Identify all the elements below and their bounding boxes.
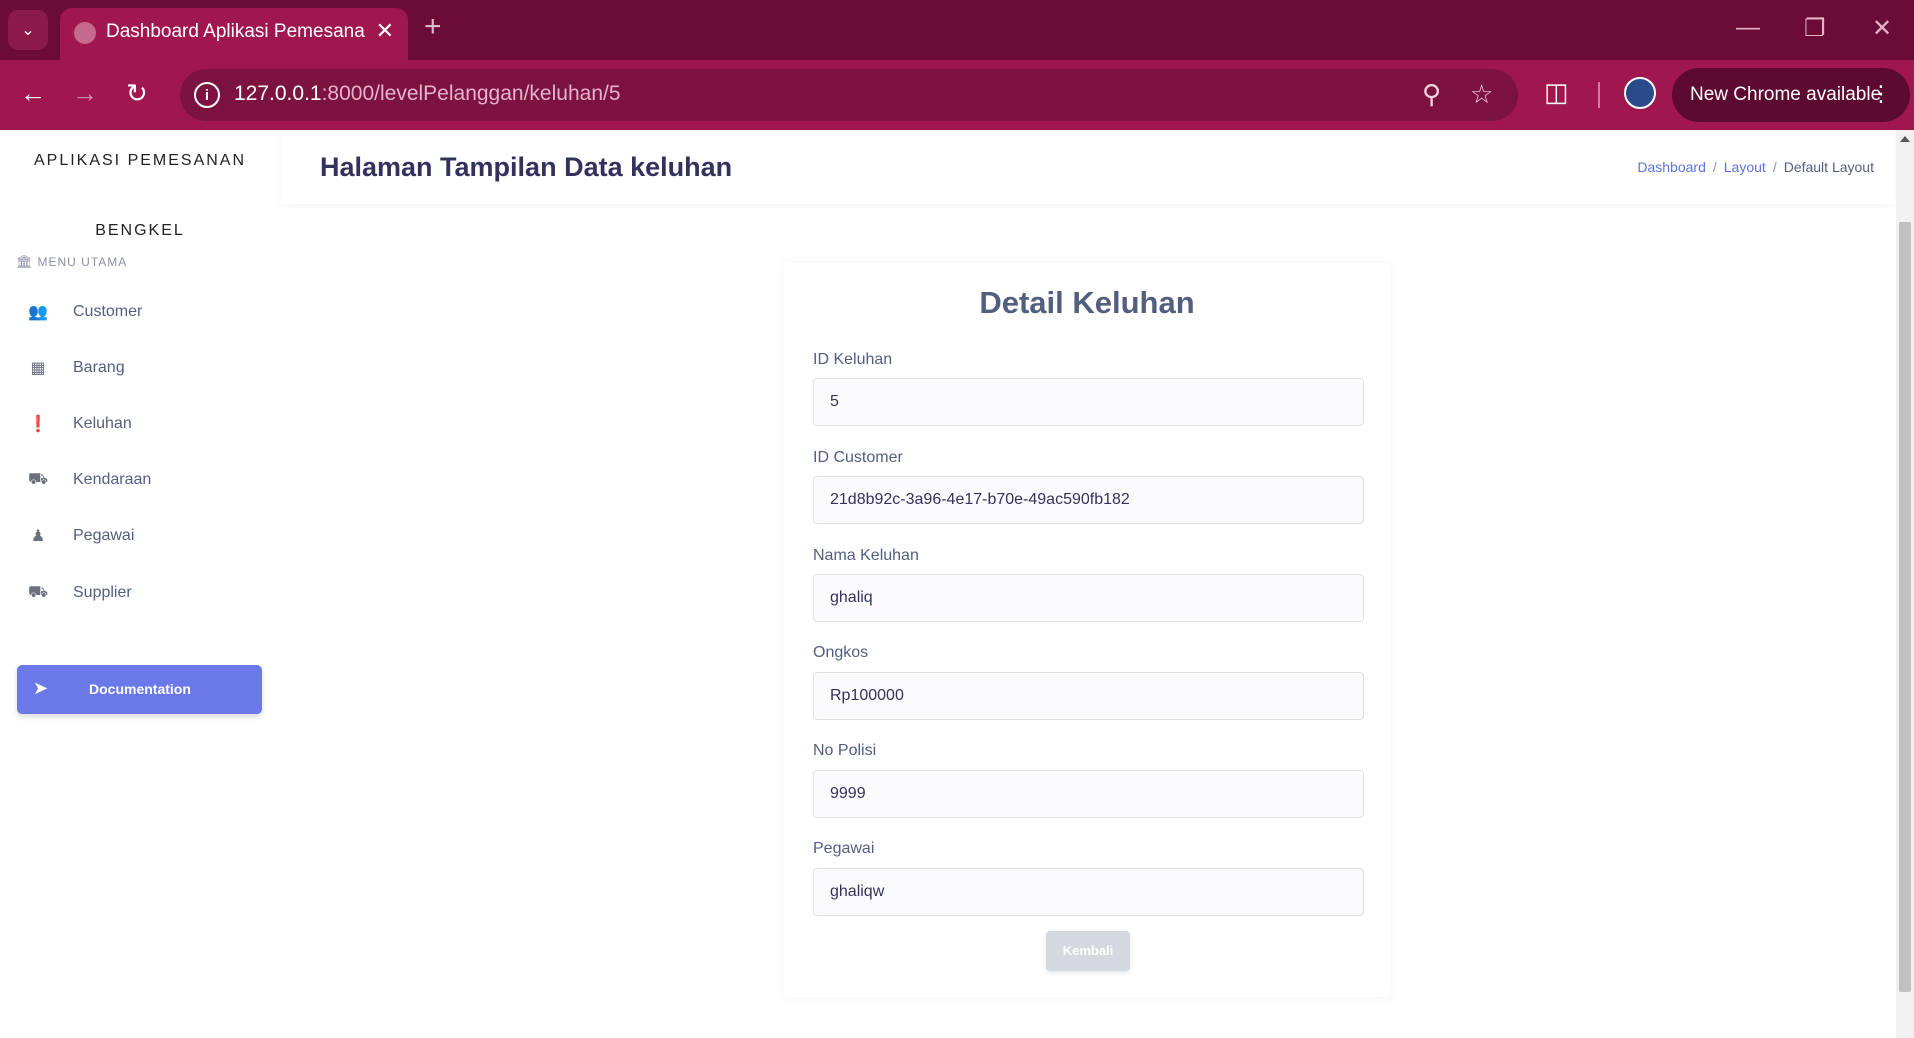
box-icon: ▦ — [30, 360, 46, 377]
documentation-button[interactable]: ➤ Documentation — [17, 665, 262, 714]
browser-tab[interactable]: Dashboard Aplikasi Pemesanan ✕ — [60, 8, 408, 60]
car-icon: ⛟ — [28, 471, 49, 488]
scroll-thumb[interactable] — [1899, 222, 1911, 992]
window-close-icon[interactable]: ✕ — [1872, 14, 1892, 43]
minimize-icon[interactable]: — — [1736, 14, 1760, 42]
page: APLIKASI PEMESANAN BENGKEL 🏛 MENU UTAMA 👥… — [0, 130, 1914, 1038]
no-polisi-field[interactable] — [813, 770, 1364, 818]
truck-icon: ⛟ — [28, 584, 49, 601]
breadcrumb: Dashboard / Layout / Default Layout — [1637, 159, 1874, 175]
kembali-button[interactable]: Kembali — [1046, 931, 1130, 971]
breadcrumb-layout[interactable]: Layout — [1724, 159, 1766, 175]
more-vert-icon: ⋮ — [1870, 81, 1892, 106]
field-label-id-customer: ID Customer — [813, 449, 903, 466]
user-icon: ♟ — [30, 528, 46, 545]
back-arrow-icon[interactable]: ← — [20, 78, 46, 108]
url-text: 127.0.0.1:8000/levelPelanggan/keluhan/5 — [234, 82, 621, 105]
site-info-icon[interactable]: i — [194, 82, 220, 108]
tab-title: Dashboard Aplikasi Pemesanan — [106, 21, 366, 42]
forward-arrow-icon[interactable]: → — [72, 78, 98, 108]
field-label-ongkos: Ongkos — [813, 644, 869, 661]
page-title: Halaman Tampilan Data keluhan — [320, 152, 733, 182]
menu-header: 🏛 MENU UTAMA — [16, 254, 128, 269]
pegawai-field[interactable] — [813, 868, 1364, 916]
card-title: Detail Keluhan — [979, 285, 1195, 320]
sidebar-item-kendaraan[interactable]: ⛟ Kendaraan — [0, 458, 280, 502]
sidebar-item-supplier[interactable]: ⛟ Supplier — [0, 571, 280, 615]
browser-toolbar: ← → ↻ i 127.0.0.1:8000/levelPelanggan/ke… — [0, 60, 1914, 130]
globe-icon — [74, 22, 96, 44]
id-keluhan-field[interactable] — [813, 378, 1364, 426]
chrome-update-button[interactable]: New Chrome available ⋮ — [1672, 68, 1910, 122]
sidebar-item-pegawai[interactable]: ♟ Pegawai — [0, 514, 280, 558]
bookmark-star-icon[interactable]: ☆ — [1470, 79, 1493, 110]
address-bar[interactable]: i 127.0.0.1:8000/levelPelanggan/keluhan/… — [180, 69, 1518, 121]
brand-title: APLIKASI PEMESANAN — [33, 152, 247, 169]
field-label-pegawai: Pegawai — [813, 840, 875, 857]
brand-subtitle: BENGKEL — [95, 222, 185, 239]
tab-search-button[interactable]: ⌄ — [8, 10, 48, 50]
restore-icon[interactable]: ❐ — [1804, 14, 1826, 43]
extensions-icon[interactable]: ◫ — [1544, 77, 1569, 108]
chevron-down-icon: ⌄ — [21, 22, 35, 39]
page-header: Halaman Tampilan Data keluhan Dashboard /… — [282, 130, 1894, 204]
sidebar-item-keluhan[interactable]: ❗ Keluhan — [0, 402, 280, 446]
sidebar-item-customer[interactable]: 👥 Customer — [0, 290, 280, 334]
browser-tabstrip: ⌄ Dashboard Aplikasi Pemesanan ✕ + — ❐ ✕ — [0, 0, 1914, 60]
id-customer-field[interactable] — [813, 476, 1364, 524]
alert-circle-icon: ❗ — [28, 416, 48, 433]
close-icon[interactable]: ✕ — [376, 18, 394, 44]
breadcrumb-dashboard[interactable]: Dashboard — [1637, 159, 1706, 175]
bank-icon: 🏛 — [16, 254, 34, 269]
toolbar-divider — [1598, 82, 1600, 108]
scroll-up-arrow-icon[interactable] — [1900, 136, 1910, 142]
field-label-id-keluhan: ID Keluhan — [813, 351, 893, 368]
nama-keluhan-field[interactable] — [813, 574, 1364, 622]
breadcrumb-current: Default Layout — [1783, 159, 1874, 175]
page-scrollbar[interactable] — [1896, 130, 1914, 1038]
detail-card: Detail Keluhan ID Keluhan ID Customer Na… — [784, 263, 1390, 997]
zoom-icon[interactable]: ⚲ — [1422, 79, 1441, 110]
sidebar: APLIKASI PEMESANAN BENGKEL 🏛 MENU UTAMA 👥… — [0, 130, 280, 1038]
ongkos-field[interactable] — [813, 672, 1364, 720]
field-label-no-polisi: No Polisi — [813, 742, 877, 759]
field-label-nama-keluhan: Nama Keluhan — [813, 547, 919, 564]
sidebar-item-barang[interactable]: ▦ Barang — [0, 346, 280, 390]
rocket-icon: ➤ — [33, 678, 49, 698]
new-tab-icon[interactable]: + — [424, 12, 442, 42]
users-icon: 👥 — [28, 304, 48, 321]
profile-avatar[interactable] — [1624, 77, 1656, 109]
reload-icon[interactable]: ↻ — [126, 78, 148, 108]
